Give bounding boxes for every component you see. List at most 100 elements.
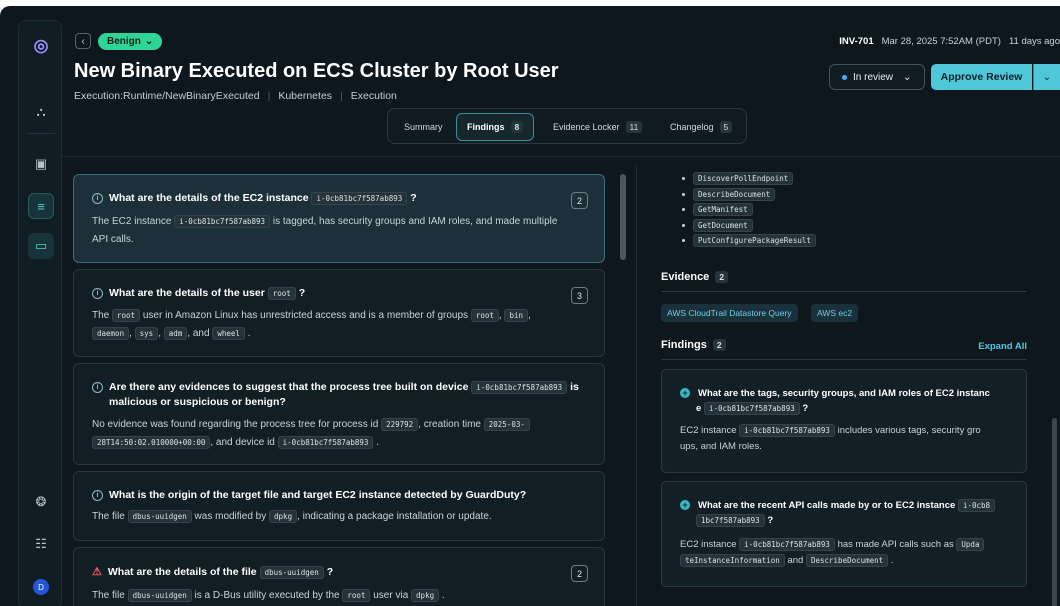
tab-label: Summary <box>404 122 443 132</box>
question-answer: The file dbus-uuidgen is a D-Bus utility… <box>92 589 445 602</box>
finding-question: + What are the tags, security groups, and… <box>680 386 1015 416</box>
instance-id: i-0cb81bc7f587ab893 <box>311 192 408 205</box>
chevron-down-icon: ⌄ <box>1042 71 1052 83</box>
tab-changelog[interactable]: Changelog 5 <box>660 113 742 141</box>
app-window: ◎ ⛬ ▣ ≡ ▭ ❂ ☷ D ‹ Benign ⌄ New Binary Ex… <box>0 6 1060 606</box>
investigation-meta: INV-701 Mar 28, 2025 7:52AM (PDT) 11 day… <box>839 36 1060 47</box>
question-card[interactable]: ⚠ What are the details of the file dbus-u… <box>73 547 605 606</box>
meta-divider: | <box>340 90 343 102</box>
evidence-count: 2 <box>715 271 729 283</box>
question-card[interactable]: i What are the details of the EC2 instanc… <box>73 174 605 263</box>
info-icon: i <box>92 288 103 299</box>
tab-label: Changelog <box>670 122 714 132</box>
status-dropdown[interactable]: In review ⌄ <box>829 64 925 90</box>
finding-card[interactable]: + What are the recent API calls made by o… <box>661 481 1027 587</box>
approve-options-button[interactable]: ⌄ <box>1033 64 1060 90</box>
evidence-count-badge: 3 <box>571 287 588 304</box>
back-button[interactable]: ‹ <box>75 33 91 49</box>
username: root <box>267 287 296 300</box>
expand-plus-icon[interactable]: + <box>680 388 690 398</box>
left-scrollbar[interactable] <box>620 174 626 260</box>
finding-tactic: Execution <box>350 90 397 102</box>
warning-icon: ⚠ <box>92 566 102 578</box>
verdict-label: Benign <box>107 36 141 47</box>
verdict-dropdown[interactable]: Benign ⌄ <box>98 33 163 50</box>
evidence-count-badge: 2 <box>571 565 588 582</box>
finding-platform: Kubernetes <box>278 90 333 102</box>
question-title: ⚠ What are the details of the file dbus-u… <box>92 566 334 579</box>
finding-type: Execution:Runtime/NewBinaryExecuted <box>74 90 260 102</box>
chevron-down-icon: ⌄ <box>144 36 154 47</box>
question-answer: The root user in Amazon Linux has unrest… <box>92 309 531 340</box>
findings-count: 2 <box>712 339 726 351</box>
chevron-down-icon: ⌄ <box>903 71 912 83</box>
question-answer: The file dbus-uuidgen was modified by dp… <box>92 510 492 523</box>
findings-heading: Findings 2 <box>661 339 726 351</box>
investigations-icon[interactable]: ≡ <box>28 193 54 219</box>
question-title: i Are there any evidences to suggest that… <box>92 380 592 410</box>
user-avatar[interactable]: D <box>33 579 49 595</box>
evidence-chip[interactable]: AWS ec2 <box>811 304 859 322</box>
api-call-list: DiscoverPollEndpoint DescribeDocument Ge… <box>682 171 816 249</box>
tab-summary[interactable]: Summary <box>394 113 453 141</box>
brain-icon[interactable]: ❂ <box>28 489 54 515</box>
finding-card[interactable]: + What are the tags, security groups, and… <box>661 369 1027 473</box>
info-icon: i <box>92 193 103 204</box>
list-item: PutConfigurePackageResult <box>682 233 816 249</box>
list-item: DescribeDocument <box>682 187 816 203</box>
page-title: New Binary Executed on ECS Cluster by Ro… <box>74 60 559 82</box>
evidence-chip[interactable]: AWS CloudTrail Datastore Query <box>661 304 798 322</box>
question-list: i What are the details of the EC2 instanc… <box>73 174 605 606</box>
right-scrollbar[interactable] <box>1052 418 1057 606</box>
chevron-left-icon: ‹ <box>81 35 85 47</box>
finding-answer: EC2 instance i-0cb81bc7f587ab893 include… <box>680 424 981 452</box>
tab-count: 5 <box>719 121 733 133</box>
question-card[interactable]: i What are the details of the user root ?… <box>73 269 605 357</box>
brand-logo-icon[interactable]: ◎ <box>28 33 54 59</box>
tab-label: Evidence Locker <box>553 122 620 132</box>
status-dot-icon <box>842 74 847 80</box>
list-item: DiscoverPollEndpoint <box>682 171 816 187</box>
section-divider <box>661 291 1027 292</box>
expand-all-link[interactable]: Expand All <box>978 341 1027 352</box>
instance-id: i-0cb81bc7f587ab893 <box>471 381 568 394</box>
meta-divider: | <box>267 90 271 102</box>
finding-question: + What are the recent API calls made by o… <box>680 498 1015 528</box>
question-title: i What is the origin of the target file a… <box>92 488 526 503</box>
instance-id: i-0cb81bc7f587ab893 <box>174 215 271 228</box>
file-name: dbus-uuidgen <box>259 566 324 579</box>
rail-divider <box>27 133 55 134</box>
evidence-heading: Evidence 2 <box>661 271 729 283</box>
question-answer: No evidence was found regarding the proc… <box>92 416 597 452</box>
tab-count: 8 <box>510 121 524 133</box>
tab-evidence-locker[interactable]: Evidence Locker 11 <box>543 113 652 141</box>
question-title: i What are the details of the user root ? <box>92 286 305 301</box>
dashboard-icon[interactable]: ▣ <box>28 151 54 177</box>
approve-review-button[interactable]: Approve Review <box>931 64 1032 90</box>
investigation-age: 11 days ago <box>1008 36 1060 47</box>
finding-meta: Execution:Runtime/NewBinaryExecuted | Ku… <box>74 90 397 102</box>
finding-answer: EC2 instance i-0cb81bc7f587ab893 has mad… <box>680 537 1020 569</box>
investigation-id: INV-701 <box>839 36 874 47</box>
chat-icon[interactable]: ▭ <box>28 233 54 259</box>
evidence-count-badge: 2 <box>571 192 588 209</box>
list-item: GetManifest <box>682 202 816 218</box>
question-title: i What are the details of the EC2 instanc… <box>92 191 417 206</box>
investigation-timestamp: Mar 28, 2025 7:52AM (PDT) <box>881 36 1001 47</box>
org-tree-icon[interactable]: ⛬ <box>28 99 54 125</box>
header-divider <box>62 156 1060 157</box>
info-icon: i <box>92 490 103 501</box>
expand-plus-icon[interactable]: + <box>680 500 690 510</box>
question-answer: The EC2 instance i-0cb81bc7f587ab893 is … <box>92 215 558 245</box>
settings-sliders-icon[interactable]: ☷ <box>28 531 54 557</box>
info-icon: i <box>92 382 103 393</box>
tab-bar: Summary Findings 8 Evidence Locker 11 Ch… <box>387 108 747 144</box>
question-card[interactable]: i What is the origin of the target file a… <box>73 471 605 541</box>
list-item: GetDocument <box>682 218 816 234</box>
tab-count: 11 <box>625 121 643 133</box>
section-divider <box>661 359 1027 360</box>
tab-findings[interactable]: Findings 8 <box>456 113 535 141</box>
question-card[interactable]: i Are there any evidences to suggest that… <box>73 363 605 465</box>
panel-divider <box>636 166 637 606</box>
tab-label: Findings <box>467 122 505 132</box>
